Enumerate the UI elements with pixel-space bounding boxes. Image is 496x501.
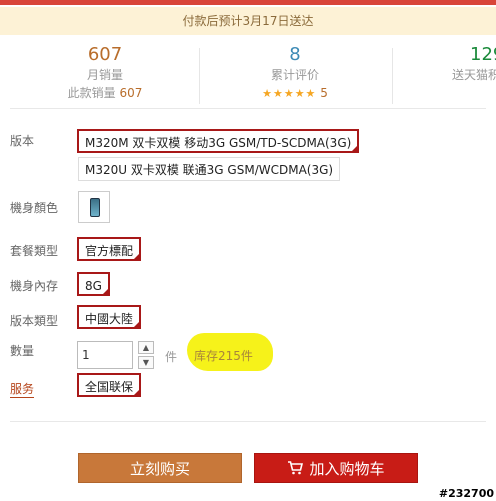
package-option[interactable]: 官方標配 bbox=[77, 237, 142, 261]
monthly-sales-label: 月销量 bbox=[86, 68, 123, 82]
stat-divider bbox=[392, 48, 393, 104]
points-label: 送天猫积 bbox=[452, 68, 496, 82]
qty-increase-icon[interactable]: ▲ bbox=[138, 341, 154, 354]
stats-bar: 607 月销量 此款销量 607 8 累计评价 ★★★★★ 5 129 送天猫积 bbox=[0, 44, 496, 106]
monthly-sales-stat: 607 月销量 此款销量 607 bbox=[40, 44, 170, 102]
stat-divider bbox=[199, 48, 200, 104]
add-to-cart-label: 加入购物车 bbox=[309, 460, 385, 478]
watermark: #232700 bbox=[438, 487, 494, 500]
quantity-label: 數量 bbox=[10, 344, 35, 358]
memory-label: 機身內存 bbox=[10, 279, 59, 293]
delivery-notice: 付款后预计3月17日送达 bbox=[0, 7, 496, 35]
rating-score: 5 bbox=[320, 86, 328, 100]
color-option-thumbnail[interactable] bbox=[78, 191, 110, 223]
reviews-stat[interactable]: 8 累计评价 ★★★★★ 5 bbox=[230, 44, 360, 103]
reviews-label: 累计评价 bbox=[270, 68, 319, 82]
package-label: 套餐類型 bbox=[10, 244, 59, 258]
reviews-number: 8 bbox=[289, 44, 301, 65]
points-stat: 129 送天猫积 bbox=[440, 44, 496, 84]
divider bbox=[10, 108, 486, 109]
add-to-cart-button[interactable]: 加入购物车 bbox=[254, 453, 418, 483]
star-rating-icon: ★★★★★ bbox=[262, 87, 317, 100]
service-label: 服务 bbox=[10, 382, 35, 398]
item-sales-prefix: 此款销量 bbox=[67, 86, 116, 100]
version-label: 版本 bbox=[10, 134, 35, 148]
version-option-m320u[interactable]: M320U 双卡双模 联通3G GSM/WCDMA(3G) bbox=[78, 157, 341, 181]
points-number: 129 bbox=[470, 44, 496, 65]
top-accent-bar bbox=[0, 0, 496, 5]
item-sales-value: 607 bbox=[119, 86, 143, 100]
quantity-unit: 件 bbox=[165, 350, 178, 364]
stock-count: 库存215件 bbox=[194, 349, 253, 363]
item-sales-line: 此款销量 607 bbox=[40, 84, 170, 102]
buy-now-button[interactable]: 立刻购买 bbox=[78, 453, 242, 483]
qty-decrease-icon[interactable]: ▼ bbox=[138, 356, 154, 369]
divider bbox=[10, 421, 486, 422]
service-option[interactable]: 全国联保 bbox=[77, 373, 142, 397]
cart-icon bbox=[287, 455, 304, 485]
color-label: 機身顏色 bbox=[10, 201, 59, 215]
phone-image-icon bbox=[90, 198, 100, 217]
edition-label: 版本類型 bbox=[10, 314, 59, 328]
version-option-m320m[interactable]: M320M 双卡双模 移动3G GSM/TD-SCDMA(3G) bbox=[77, 129, 360, 153]
quantity-input[interactable] bbox=[77, 341, 133, 369]
monthly-sales-number: 607 bbox=[87, 44, 123, 65]
rating-line: ★★★★★ 5 bbox=[230, 84, 360, 103]
edition-option[interactable]: 中國大陸 bbox=[77, 305, 142, 329]
memory-option[interactable]: 8G bbox=[77, 272, 110, 296]
